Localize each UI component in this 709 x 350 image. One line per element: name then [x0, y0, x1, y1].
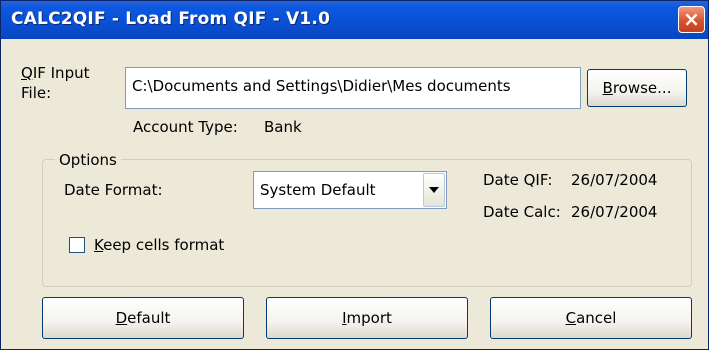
- import-button[interactable]: Import: [266, 297, 468, 339]
- date-format-value: System Default: [260, 181, 376, 199]
- keep-cells-format-label[interactable]: Keep cells format: [94, 236, 224, 254]
- browse-button[interactable]: Browse...: [587, 69, 687, 107]
- options-legend: Options: [55, 151, 121, 169]
- keep-cells-format-checkbox[interactable]: [69, 237, 85, 253]
- date-format-label: Date Format:: [64, 181, 163, 199]
- qif-path-input[interactable]: C:\Documents and Settings\Didier\Mes doc…: [125, 67, 581, 109]
- qif-input-label: QIF Input File:: [21, 64, 90, 102]
- close-button[interactable]: ×: [678, 6, 705, 33]
- dropdown-button[interactable]: [423, 173, 445, 207]
- date-qif-value: 26/07/2004: [571, 171, 658, 189]
- date-calc-label: Date Calc:: [483, 203, 561, 221]
- date-qif-label: Date QIF:: [483, 171, 553, 189]
- dialog-window: CALC2QIF - Load From QIF - V1.0 × QIF In…: [0, 0, 709, 350]
- account-type-label: Account Type:: [133, 118, 238, 136]
- default-button[interactable]: Default: [42, 297, 244, 339]
- close-icon: ×: [683, 7, 700, 31]
- window-title: CALC2QIF - Load From QIF - V1.0: [11, 9, 331, 29]
- title-bar[interactable]: CALC2QIF - Load From QIF - V1.0 ×: [1, 1, 708, 39]
- cancel-button[interactable]: Cancel: [490, 297, 692, 339]
- chevron-down-icon: [429, 187, 439, 193]
- date-format-select[interactable]: System Default: [253, 171, 447, 209]
- date-calc-value: 26/07/2004: [571, 203, 658, 221]
- account-type-value: Bank: [264, 118, 302, 136]
